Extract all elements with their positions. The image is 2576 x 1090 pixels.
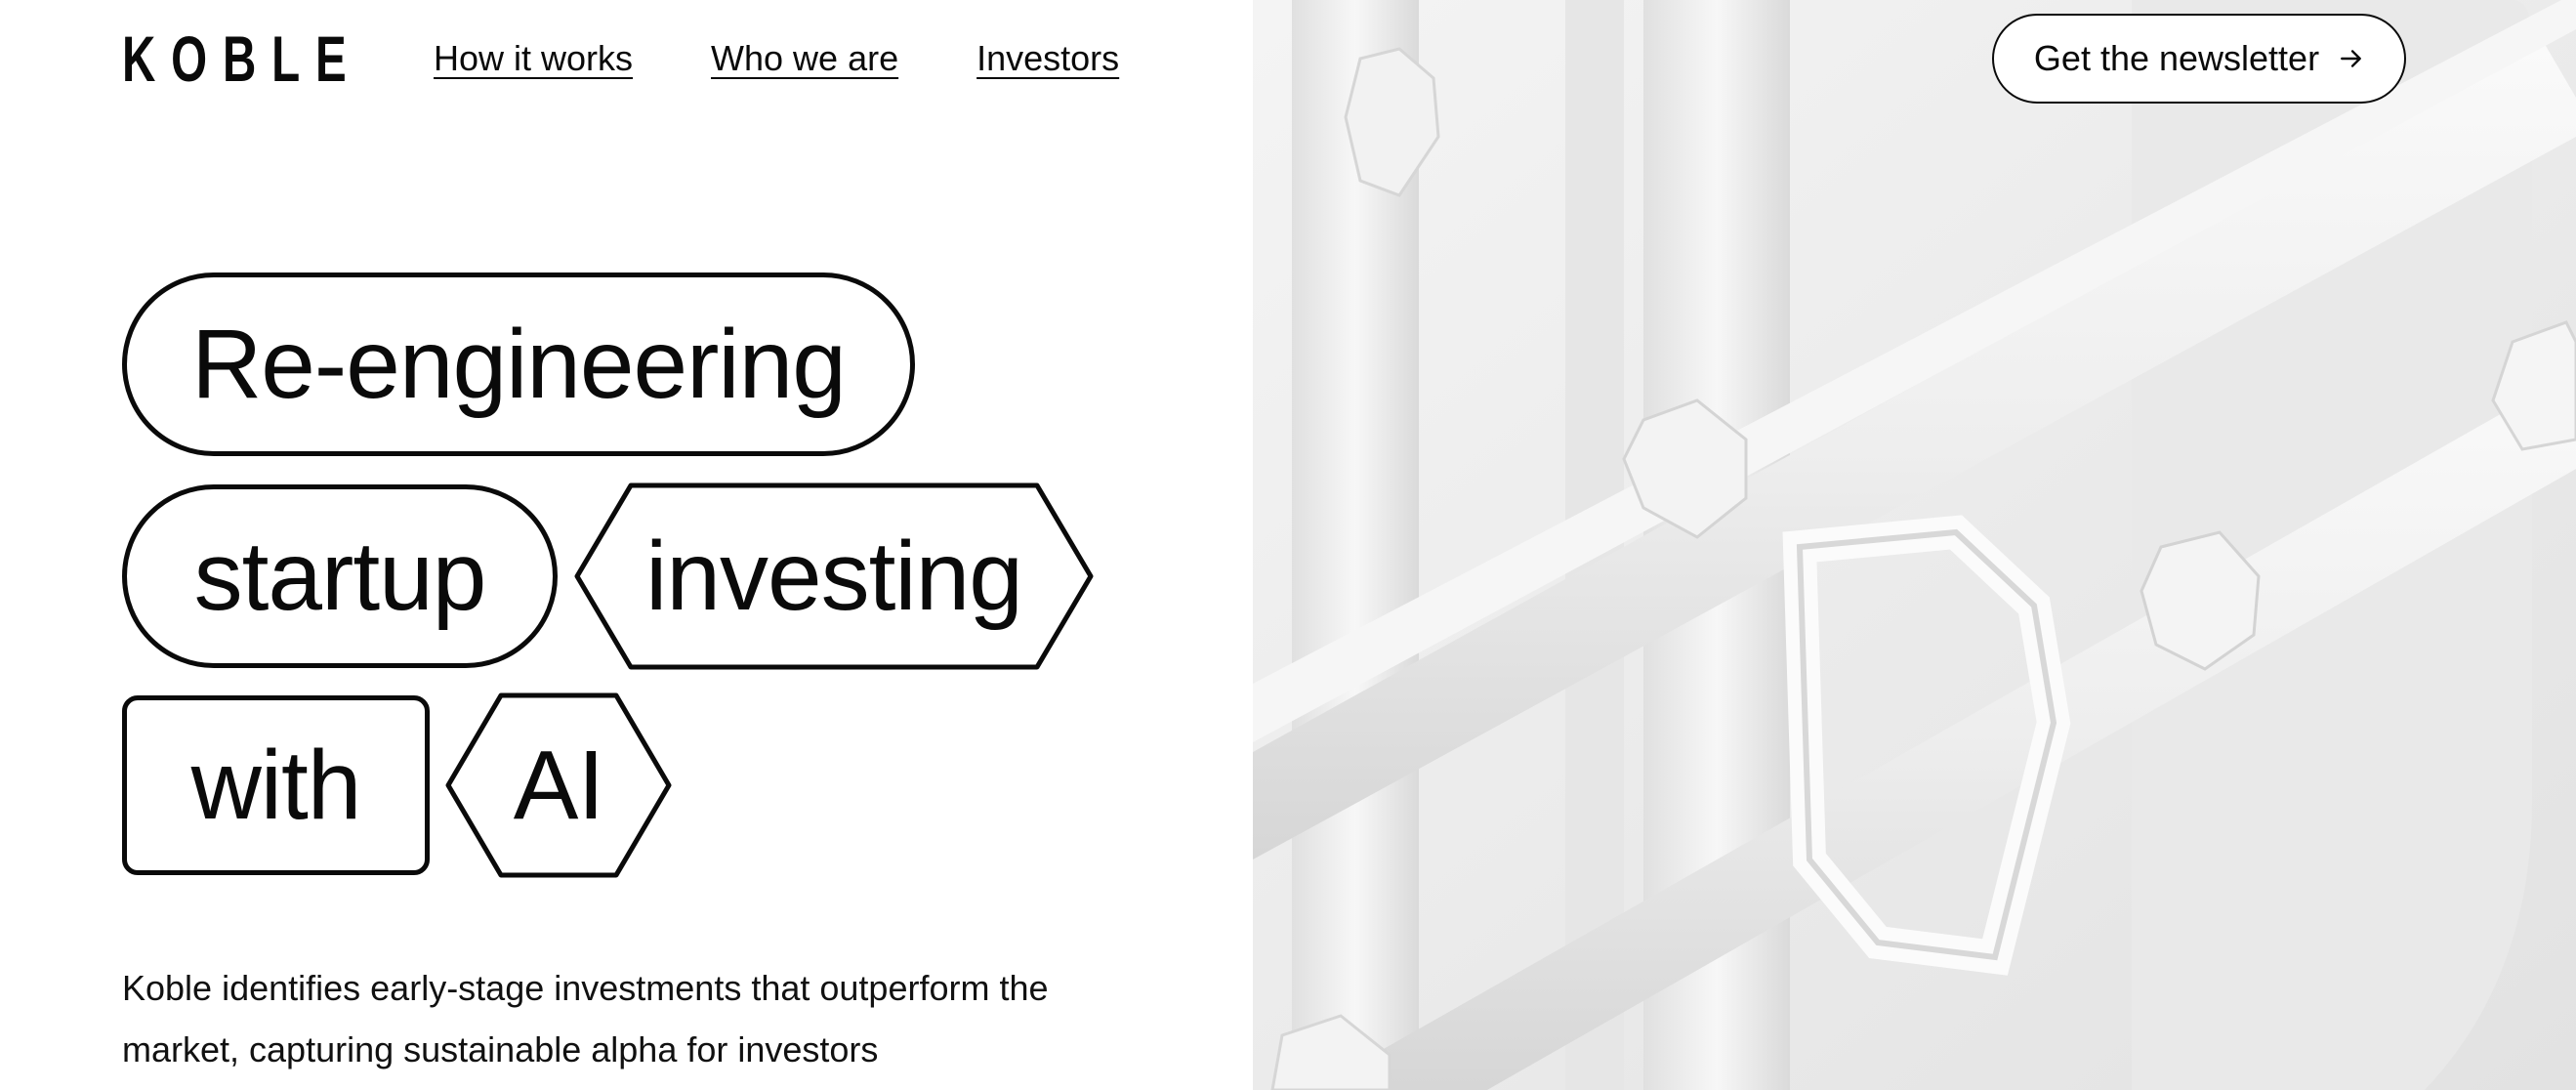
nav-link-how-it-works[interactable]: How it works <box>434 37 633 80</box>
newsletter-label: Get the newsletter <box>2033 38 2320 78</box>
headline-word-ai: AI <box>445 692 672 878</box>
headline-word-investing: investing <box>574 482 1094 670</box>
headline-word-text: Re-engineering <box>191 309 847 419</box>
hero-image <box>1253 0 2576 1090</box>
arrow-right-icon <box>2341 50 2361 67</box>
nav-link-who-we-are[interactable]: Who we are <box>711 37 898 80</box>
headline-word-with: with <box>122 695 430 875</box>
hero-description: Koble identifies early-stage investments… <box>122 968 1049 1069</box>
abstract-render-illustration <box>1253 0 2576 1090</box>
main-nav: How it works Who we are Investors <box>434 37 1119 80</box>
newsletter-button[interactable]: Get the newsletter <box>1992 14 2406 104</box>
headline-word-startup: startup <box>122 484 558 668</box>
headline-word-text: AI <box>513 730 604 840</box>
headline-word-text: investing <box>645 521 1023 631</box>
koble-logo[interactable]: KOBLE <box>122 26 362 91</box>
headline-word-text: startup <box>193 521 487 631</box>
nav-link-investors[interactable]: Investors <box>976 37 1119 80</box>
headline-word-re-engineering: Re-engineering <box>122 272 915 456</box>
headline-word-text: with <box>190 730 362 840</box>
